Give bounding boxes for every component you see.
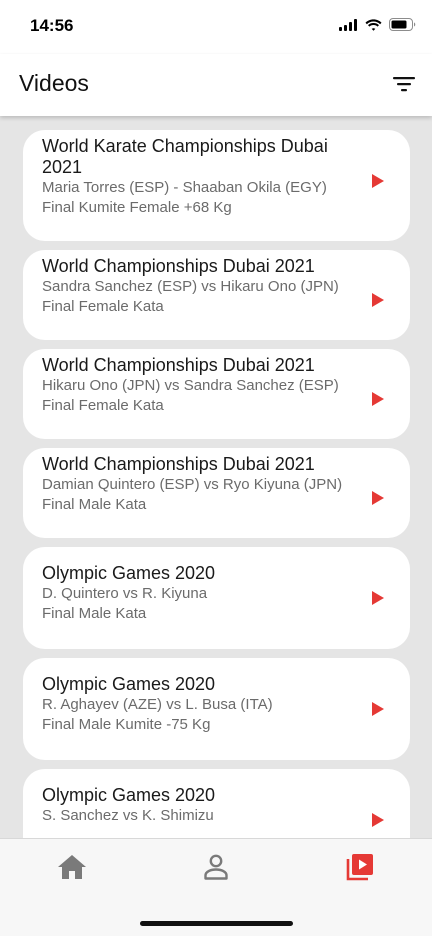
video-players: S. Sanchez vs K. Shimizu (42, 807, 214, 824)
video-event: Final Female Kata (42, 396, 164, 414)
video-title: World Championships Dubai 2021 (42, 256, 315, 276)
status-icons (339, 18, 416, 31)
play-button[interactable] (370, 292, 386, 308)
play-button[interactable] (370, 812, 386, 828)
nav-item-videos[interactable] (342, 851, 378, 883)
video-card-text: World Championships Dubai 2021 Sandra Sa… (42, 256, 358, 316)
video-event: Final Male Kata (42, 604, 147, 622)
status-bar: 14:56 (0, 0, 432, 54)
cellular-signal-icon (339, 18, 357, 31)
play-icon (372, 392, 384, 406)
video-title: World Karate Championships Dubai 2021 (42, 136, 328, 177)
video-card[interactable]: Olympic Games 2020 S. Sanchez vs K. Shim… (23, 769, 410, 838)
video-event: Final Kumite Female +68 Kg (42, 198, 232, 216)
play-button[interactable] (370, 173, 386, 189)
video-players: Sandra Sanchez (ESP) vs Hikaru Ono (JPN) (42, 278, 339, 295)
person-icon (204, 854, 228, 880)
video-title: World Championships Dubai 2021 (42, 355, 315, 375)
nav-item-home[interactable] (54, 851, 90, 883)
battery-icon (389, 18, 416, 31)
play-icon (372, 813, 384, 827)
video-library-icon (346, 854, 373, 881)
page-title: Videos (19, 70, 89, 96)
video-card[interactable]: World Championships Dubai 2021 Hikaru On… (23, 349, 410, 439)
nav-item-profile[interactable] (198, 851, 234, 883)
video-players: Hikaru Ono (JPN) vs Sandra Sanchez (ESP) (42, 377, 339, 394)
video-card-text: Olympic Games 2020 D. Quintero vs R. Kiy… (42, 563, 358, 623)
video-players: Maria Torres (ESP) - Shaaban Okila (EGY) (42, 179, 327, 196)
play-icon (372, 702, 384, 716)
video-players: R. Aghayev (AZE) vs L. Busa (ITA) (42, 696, 273, 713)
video-title: Olympic Games 2020 (42, 563, 216, 583)
video-card-text: World Championships Dubai 2021 Damian Qu… (42, 454, 358, 514)
video-card[interactable]: World Karate Championships Dubai 2021 Ma… (23, 130, 410, 241)
video-event: Final Male Kata (42, 495, 147, 513)
play-button[interactable] (370, 590, 386, 606)
video-event: Final Female Kata (42, 297, 164, 315)
video-title: Olympic Games 2020 (42, 674, 216, 694)
video-players: Damian Quintero (ESP) vs Ryo Kiyuna (JPN… (42, 476, 343, 493)
play-icon (372, 174, 384, 188)
play-icon (372, 491, 384, 505)
video-players: D. Quintero vs R. Kiyuna (42, 585, 208, 602)
filter-icon (393, 77, 415, 92)
video-card-text: World Championships Dubai 2021 Hikaru On… (42, 355, 358, 415)
play-icon (372, 591, 384, 605)
video-card-text: Olympic Games 2020 R. Aghayev (AZE) vs L… (42, 674, 358, 734)
video-card-text: Olympic Games 2020 S. Sanchez vs K. Shim… (42, 785, 358, 826)
home-indicator (140, 921, 293, 926)
video-card[interactable]: World Championships Dubai 2021 Damian Qu… (23, 448, 410, 538)
home-icon (58, 855, 86, 879)
video-card[interactable]: World Championships Dubai 2021 Sandra Sa… (23, 250, 410, 340)
play-icon (372, 293, 384, 307)
play-button[interactable] (370, 701, 386, 717)
video-event: Final Male Kumite -75 Kg (42, 715, 211, 733)
video-card[interactable]: Olympic Games 2020 R. Aghayev (AZE) vs L… (23, 658, 410, 760)
video-card-text: World Karate Championships Dubai 2021 Ma… (42, 136, 358, 217)
play-button[interactable] (370, 490, 386, 506)
video-title: World Championships Dubai 2021 (42, 454, 315, 474)
status-time: 14:56 (30, 16, 74, 35)
video-title: Olympic Games 2020 (42, 785, 216, 805)
filter-button[interactable] (392, 72, 416, 96)
app-bar: Videos (0, 54, 432, 116)
play-button[interactable] (370, 391, 386, 407)
wifi-icon (365, 18, 382, 31)
video-list-container[interactable]: World Karate Championships Dubai 2021 Ma… (0, 116, 432, 838)
video-card[interactable]: Olympic Games 2020 D. Quintero vs R. Kiy… (23, 547, 410, 649)
